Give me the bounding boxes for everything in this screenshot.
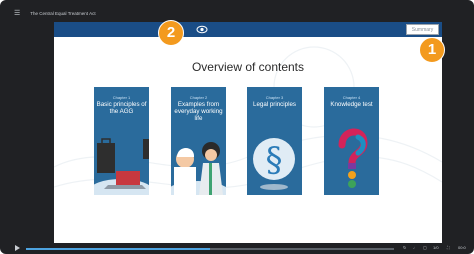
eye-logo-icon	[196, 25, 208, 34]
volume-icon[interactable]: ♩	[413, 244, 417, 252]
play-icon[interactable]	[15, 245, 20, 251]
callout-badge-2: 2	[158, 20, 184, 46]
chapter-card-3[interactable]: § Chapter 3 Legal principles	[247, 87, 302, 195]
summary-button[interactable]: Summary	[406, 24, 439, 35]
chapter-card-1[interactable]: Chapter 1 Basic principles of the AGG	[94, 87, 149, 195]
chapter-label: Chapter 3	[265, 95, 284, 100]
chapter-label: Chapter 2	[189, 95, 208, 100]
chapter-card-2[interactable]: Chapter 2 Examples from everyday working…	[171, 87, 226, 195]
player-window: ☰ The Central Equal Treatment Act Summar…	[0, 0, 474, 254]
chapter-title: Examples from everyday working life	[174, 101, 223, 123]
svg-text:§: §	[266, 140, 283, 180]
slide-header-bar: Summary	[54, 22, 442, 37]
chapter-label: Chapter 1	[112, 95, 131, 100]
chapter-title: Knowledge test	[330, 101, 373, 108]
hamburger-icon[interactable]: ☰	[14, 10, 20, 17]
callout-badge-1: 1	[419, 37, 445, 63]
time-readout: 00:0	[458, 245, 466, 250]
page-title: Overview of contents	[191, 60, 305, 74]
chapter-title: Basic principles of the AGG	[96, 101, 147, 116]
fullscreen-icon[interactable]: ⛶	[447, 244, 450, 252]
captions-icon[interactable]: ▢	[423, 244, 427, 252]
page-readout: 1/0	[433, 245, 439, 250]
chapter-card-4[interactable]: Chapter 4 Knowledge test	[324, 87, 379, 195]
progress-fill	[26, 248, 210, 250]
chapter-label: Chapter 4	[342, 95, 361, 100]
replay-icon[interactable]: ↻	[403, 244, 406, 252]
chapter-title: Legal principles	[253, 101, 296, 108]
progress-bar[interactable]	[26, 248, 394, 250]
window-title: The Central Equal Treatment Act	[30, 10, 96, 16]
player-controls-bar: ↻ ♩ ▢ 1/0 ⛶ 00:0	[0, 243, 474, 254]
slide-canvas: Summary Overview of contents Chapter 1 B…	[54, 22, 442, 243]
